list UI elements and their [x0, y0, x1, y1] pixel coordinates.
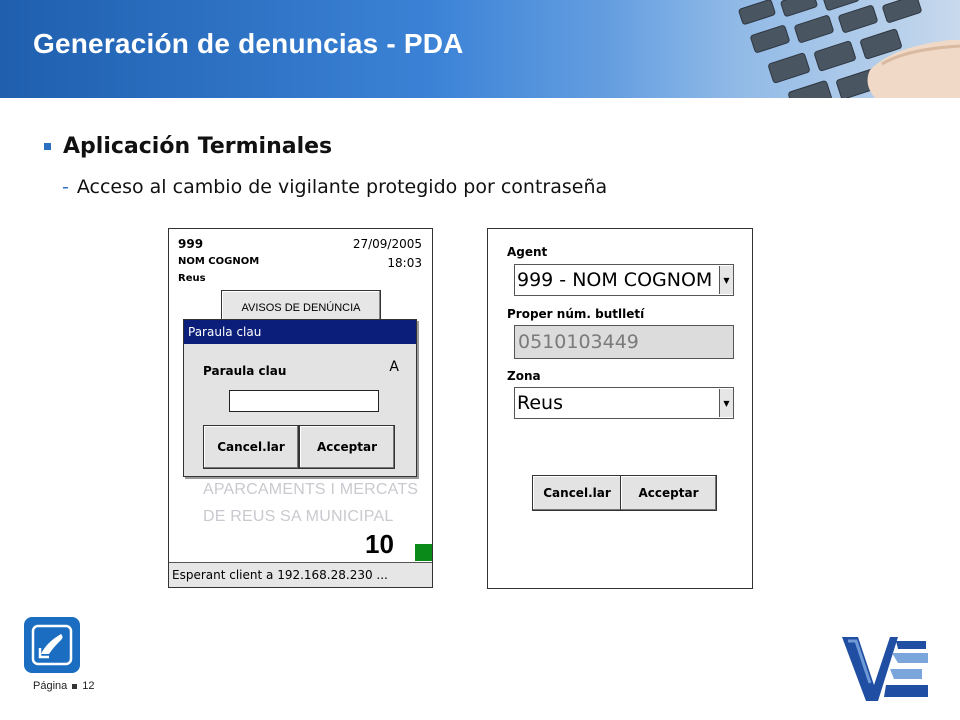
bulletin-number-field — [514, 325, 734, 359]
cancel-button[interactable]: Cancel.lar — [203, 425, 299, 469]
connection-status-icon — [415, 544, 432, 561]
ve-logo — [842, 637, 928, 701]
page-number: Página 12 — [33, 680, 95, 692]
password-input[interactable] — [229, 390, 379, 412]
chevron-down-icon[interactable]: ▼ — [719, 389, 733, 417]
password-label: Paraula clau — [203, 364, 287, 378]
watermark-line-1: APARCAMENTS I MERCATS — [203, 481, 419, 498]
page-number-value: 12 — [82, 680, 95, 692]
page-label: Página — [33, 680, 68, 692]
accept-button[interactable]: Acceptar — [299, 425, 395, 469]
bulletin-label: Proper núm. butlletí — [507, 307, 645, 321]
agent-name: NOM COGNOM — [178, 256, 260, 267]
bullet-main: Aplicación Terminales — [44, 134, 332, 159]
pending-count: 10 — [365, 529, 394, 559]
zone-select-value: Reus — [517, 392, 563, 414]
dialog-title: Paraula clau — [184, 320, 416, 344]
agent-select[interactable]: 999 - NOM COGNOM ▼ — [514, 264, 734, 296]
square-bullet-icon — [44, 143, 51, 150]
bullet-sub-text: Acceso al cambio de vigilante protegido … — [76, 176, 608, 198]
agent-label: Agent — [507, 245, 548, 259]
accept-button[interactable]: Acceptar — [620, 475, 717, 511]
separator-icon — [72, 683, 78, 689]
cancel-button[interactable]: Cancel.lar — [532, 475, 622, 511]
date-label: 27/09/2005 — [352, 237, 422, 251]
agent-select-value: 999 - NOM COGNOM — [517, 269, 713, 291]
zone-select[interactable]: Reus ▼ — [514, 387, 734, 419]
zone-label: Zona — [507, 369, 541, 383]
slide-header: Generación de denuncias - PDA — [0, 0, 960, 98]
pda-screen-agent-change: Agent 999 - NOM COGNOM ▼ Proper núm. but… — [487, 228, 753, 589]
agent-city: Reus — [178, 273, 206, 284]
input-mode-indicator: A — [389, 359, 399, 375]
time-label: 18:03 — [387, 256, 422, 270]
password-dialog: Paraula clau Paraula clau A Cancel.lar A… — [183, 319, 417, 477]
hand-touch-icon — [24, 617, 80, 673]
agent-number: 999 — [178, 237, 204, 251]
page-title: Generación de denuncias - PDA — [33, 28, 464, 59]
status-bar: Esperant client a 192.168.28.230 ... — [169, 562, 432, 587]
bullet-main-text: Aplicación Terminales — [63, 134, 333, 159]
watermark-line-2: DE REUS SA MUNICIPAL — [203, 508, 394, 525]
pda-screen-password: 999 NOM COGNOM Reus 27/09/2005 18:03 AVI… — [168, 228, 433, 588]
dash-bullet-icon: - — [62, 176, 69, 198]
chevron-down-icon[interactable]: ▼ — [719, 266, 733, 294]
keyboard-photo-icon — [620, 0, 960, 98]
bullet-sub: - Acceso al cambio de vigilante protegid… — [62, 176, 607, 198]
